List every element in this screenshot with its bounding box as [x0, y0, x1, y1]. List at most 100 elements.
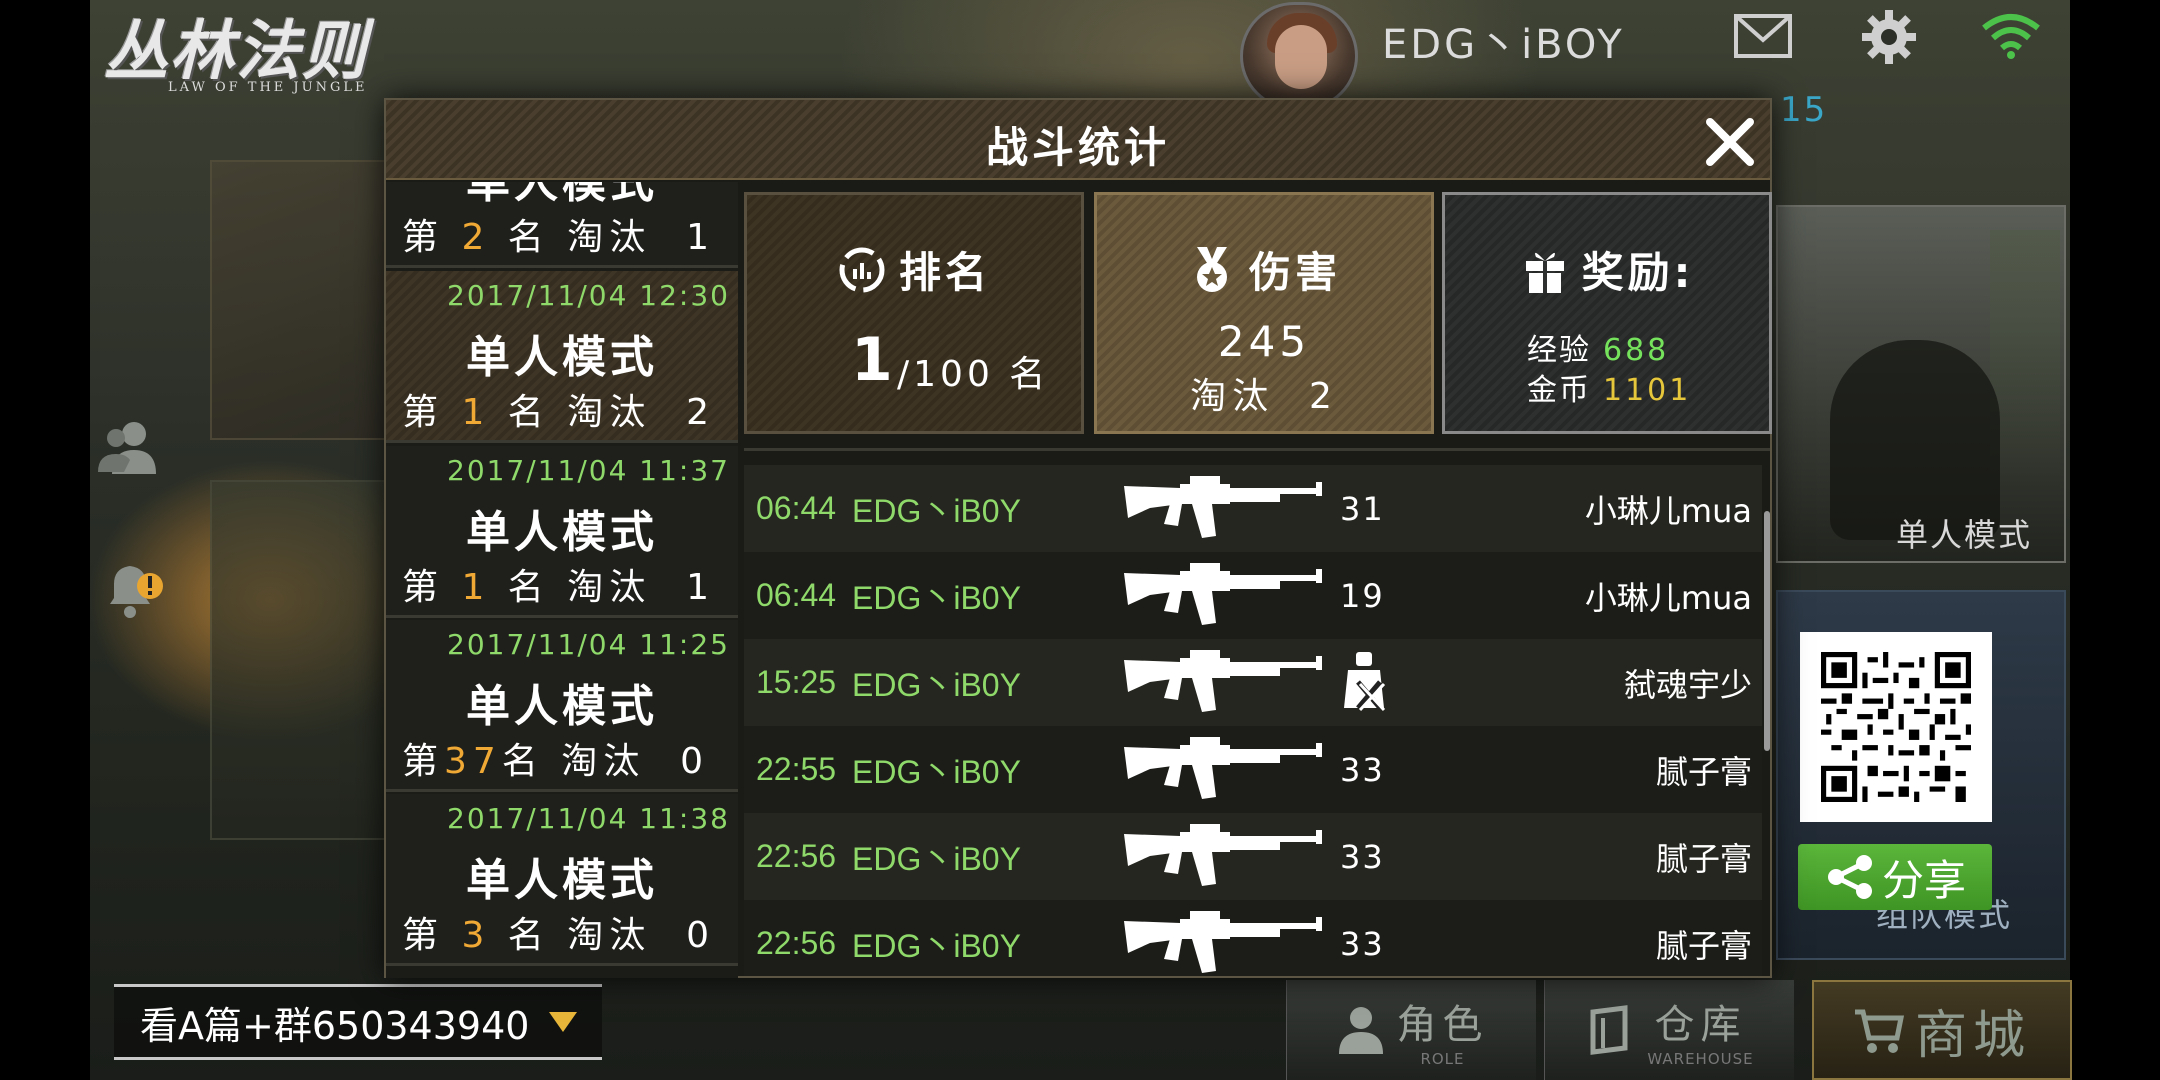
- exp-label: 经验: [1527, 333, 1591, 368]
- nav-tab-role[interactable]: 角色 ROLE: [1286, 980, 1536, 1080]
- history-item[interactable]: 2017/11/04 11:25 单人模式 第37名 淘汰 0: [386, 620, 738, 792]
- kill-victim: 腻子膏: [1655, 926, 1752, 965]
- gift-icon: [1525, 252, 1564, 293]
- kill-victim: 腻子膏: [1655, 839, 1752, 878]
- kill-victim: 腻子膏: [1655, 752, 1752, 791]
- kill-time: 15:25: [756, 664, 837, 700]
- nav-tab-role-label: 角色: [1396, 1002, 1489, 1048]
- share-qr-code: [1800, 632, 1992, 822]
- kill-log[interactable]: 06:44 EDG丶iB0Y 31 小琳儿mua 06:44 EDG丶iB0Y …: [744, 448, 1770, 976]
- nav-tab-shop-label: 商城: [1914, 1005, 2031, 1066]
- share-button[interactable]: 分享: [1798, 844, 1992, 910]
- kill-time: 06:44: [756, 490, 837, 526]
- rifle-icon: [1124, 823, 1322, 886]
- player-avatar[interactable]: [1240, 2, 1358, 110]
- rifle-icon: [1124, 736, 1322, 799]
- gear-icon[interactable]: [1862, 10, 1916, 64]
- reward-coin-row: 金币 1101: [1527, 365, 1691, 409]
- cart-icon: [1854, 1009, 1905, 1053]
- coin-value: 1101: [1603, 373, 1692, 408]
- history-rank: 第 3 名 淘汰 0: [402, 915, 716, 956]
- kill-distance: 19: [1340, 576, 1385, 615]
- kill-distance: 33: [1340, 750, 1385, 789]
- history-rank: 第37名 淘汰 0: [402, 741, 710, 782]
- kill-time: 22:55: [756, 751, 837, 787]
- player-name: EDG丶iBOY: [1382, 22, 1625, 68]
- exp-value: 688: [1603, 333, 1670, 368]
- history-date: 2017/11/04 12:30: [447, 279, 730, 312]
- rifle-icon: [1124, 910, 1322, 973]
- kill-time: 22:56: [756, 838, 837, 874]
- avatar-face: [1275, 25, 1327, 89]
- solo-card-tree: [1990, 230, 2060, 490]
- match-history-list[interactable]: 单人模式 第 2 名 淘汰 1 2017/11/04 12:30 单人模式 第 …: [386, 182, 738, 978]
- history-mode: 单人模式: [466, 182, 658, 208]
- history-item[interactable]: 2017/11/04 11:37 单人模式 第 1 名 淘汰 1: [386, 446, 738, 618]
- nav-tab-shop[interactable]: 商城: [1812, 980, 2072, 1080]
- history-rank: 第 1 名 淘汰 2: [402, 392, 716, 433]
- game-logo: 丛林法则 LAW OF THE JUNGLE: [104, 0, 464, 100]
- warehouse-icon: [1590, 1005, 1628, 1055]
- damage-card: 伤害 245 淘汰 2: [1094, 192, 1434, 434]
- nav-tab-warehouse-sub: WAREHOUSE: [1647, 1050, 1754, 1068]
- share-label: 分享: [1881, 855, 1966, 905]
- damage-card-title: 伤害: [1248, 248, 1341, 297]
- history-date: 2017/11/04 11:38: [447, 802, 730, 835]
- history-rank: 第 1 名 淘汰 1: [402, 567, 716, 608]
- kill-log-row: 22:55 EDG丶iB0Y 33 腻子膏: [744, 726, 1762, 813]
- kill-log-row: 22:56 EDG丶iB0Y 33 腻子膏: [744, 900, 1762, 976]
- history-rank: 第 2 名 淘汰 1: [402, 217, 716, 258]
- nav-tab-warehouse-label: 仓库: [1654, 1002, 1747, 1048]
- chevron-down-icon: [549, 1012, 578, 1032]
- wifi-icon: [1982, 14, 2040, 59]
- rank-value: 1: [851, 325, 893, 395]
- kill-victim: 小琳儿mua: [1584, 578, 1752, 617]
- nav-tab-warehouse[interactable]: 仓库 WAREHOUSE: [1544, 980, 1794, 1080]
- right-black-bar: [2070, 0, 2160, 1080]
- friends-icon[interactable]: [96, 416, 160, 476]
- battle-stats-modal: 战斗统计 单人模式 第 2 名 淘汰 1 2017/11/04 12:30 单人…: [384, 98, 1772, 978]
- kill-distance: 33: [1340, 837, 1385, 876]
- group-dropdown-text: 看A篇+群650343940: [140, 1003, 530, 1048]
- history-item[interactable]: 2017/11/04 11:38 单人模式 第 3 名 淘汰 0: [386, 794, 738, 966]
- history-item[interactable]: 单人模式 第 2 名 淘汰 1: [386, 182, 738, 268]
- player-level-fragment: 15: [1780, 90, 1828, 130]
- solo-mode-label: 单人模式: [1896, 516, 2033, 554]
- alert-icon[interactable]: [100, 560, 164, 620]
- ranking-icon: [839, 247, 885, 292]
- medal-icon: [1196, 246, 1227, 292]
- kill-time: 22:56: [756, 925, 837, 961]
- history-date: 2017/11/04 11:37: [447, 454, 730, 487]
- reward-card-title: 奖励:: [1581, 248, 1695, 297]
- kill-distance-cell: [1332, 651, 1452, 714]
- group-dropdown[interactable]: 看A篇+群650343940: [114, 984, 602, 1060]
- rank-card: 排名 1 /100 名: [744, 192, 1084, 434]
- kill-time: 06:44: [756, 577, 837, 613]
- history-mode: 单人模式: [466, 332, 658, 383]
- logo-title: 丛林法则: [104, 15, 368, 89]
- kill-log-row: 06:44 EDG丶iB0Y 31 小琳儿mua: [744, 465, 1762, 552]
- left-black-bar: [0, 0, 90, 1080]
- share-icon: [1827, 855, 1872, 899]
- rifle-icon: [1124, 475, 1322, 538]
- history-mode: 单人模式: [466, 507, 658, 558]
- kill-killer: EDG丶iB0Y: [852, 492, 1021, 529]
- close-icon[interactable]: [1704, 116, 1756, 168]
- coin-label: 金币: [1527, 373, 1591, 408]
- kill-victim: 弑魂宇少: [1623, 665, 1752, 704]
- history-item-selected[interactable]: 2017/11/04 12:30 单人模式 第 1 名 淘汰 2: [386, 271, 738, 443]
- history-date: 2017/11/04 11:25: [447, 628, 730, 661]
- kill-victim: 小琳儿mua: [1584, 491, 1752, 530]
- reward-card: 奖励: 经验 688 金币 1101: [1442, 192, 1772, 434]
- kill-killer: EDG丶iB0Y: [852, 753, 1021, 790]
- kill-log-scrollbar[interactable]: [1764, 511, 1770, 751]
- kill-distance: 31: [1340, 489, 1385, 528]
- logo-subtitle: LAW OF THE JUNGLE: [168, 80, 368, 95]
- kill-killer: EDG丶iB0Y: [852, 579, 1021, 616]
- kill-killer: EDG丶iB0Y: [852, 840, 1021, 877]
- reward-exp-row: 经验 688: [1527, 325, 1669, 369]
- damage-kills: 淘汰 2: [1190, 376, 1338, 417]
- history-mode: 单人模式: [466, 855, 658, 906]
- mail-icon[interactable]: [1734, 14, 1792, 58]
- nav-tab-role-sub: ROLE: [1420, 1050, 1465, 1068]
